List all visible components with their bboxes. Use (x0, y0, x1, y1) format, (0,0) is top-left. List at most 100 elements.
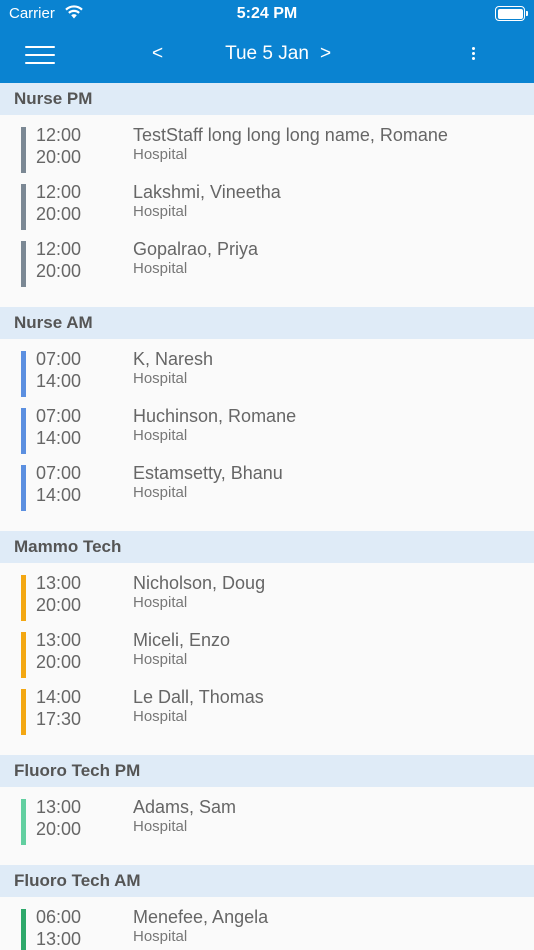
shift-row[interactable]: 13:00 20:00 Miceli, Enzo Hospital (0, 629, 534, 686)
staff-info: Menefee, Angela Hospital (133, 906, 268, 946)
shift-start-time: 14:00 (36, 687, 82, 707)
shift-color-bar (21, 689, 26, 735)
shift-row[interactable]: 12:00 20:00 Gopalrao, Priya Hospital (0, 238, 534, 295)
shift-location: Hospital (133, 370, 188, 387)
shift-color-bar (21, 241, 26, 287)
staff-name: TestStaff long long long name, Romane (133, 125, 448, 145)
shift-row[interactable]: 12:00 20:00 Lakshmi, Vineetha Hospital (0, 181, 534, 238)
staff-name: K, Naresh (133, 349, 214, 369)
shift-color-bar (21, 799, 26, 845)
section-body: 06:00 13:00 Menefee, Angela Hospital (0, 897, 534, 950)
shift-times: 06:00 13:00 (36, 906, 81, 950)
shift-location: Hospital (133, 203, 188, 220)
section-body: 07:00 14:00 K, Naresh Hospital 07:00 14:00 Huc… (0, 339, 534, 531)
next-day-button[interactable]: > (320, 43, 331, 65)
staff-info: Miceli, Enzo Hospital (133, 629, 230, 669)
section-header: Fluoro Tech AM (0, 865, 534, 897)
section-body: 13:00 20:00 Nicholson, Doug Hospital 13:00 20… (0, 563, 534, 755)
shift-location: Hospital (133, 651, 188, 668)
staff-name: Adams, Sam (133, 797, 237, 817)
shift-end-time: 20:00 (36, 595, 82, 615)
current-date[interactable]: Tue 5 Jan (225, 43, 309, 65)
shift-color-bar (21, 575, 26, 621)
shift-times: 12:00 20:00 (36, 238, 81, 282)
shift-end-time: 14:00 (36, 428, 82, 448)
shift-location: Hospital (133, 427, 188, 444)
nav-bar: < Tue 5 Jan > (0, 29, 534, 83)
staff-name: Lakshmi, Vineetha (133, 182, 281, 202)
staff-name: Nicholson, Doug (133, 573, 266, 593)
shift-end-time: 14:00 (36, 371, 82, 391)
staff-info: Nicholson, Doug Hospital (133, 572, 265, 612)
shift-color-bar (21, 465, 26, 511)
shift-row[interactable]: 14:00 17:30 Le Dall, Thomas Hospital (0, 686, 534, 743)
shift-row[interactable]: 12:00 20:00 TestStaff long long long name,… (0, 124, 534, 181)
staff-info: Estamsetty, Bhanu Hospital (133, 462, 283, 502)
roster-list[interactable]: Nurse PM 12:00 20:00 TestStaff long long lo… (0, 83, 534, 950)
shift-start-time: 07:00 (36, 463, 82, 483)
section-header: Nurse AM (0, 307, 534, 339)
shift-times: 07:00 14:00 (36, 405, 81, 449)
shift-start-time: 12:00 (36, 239, 82, 259)
shift-start-time: 12:00 (36, 182, 82, 202)
shift-color-bar (21, 184, 26, 230)
shift-row[interactable]: 07:00 14:00 K, Naresh Hospital (0, 348, 534, 405)
shift-location: Hospital (133, 708, 188, 725)
shift-times: 07:00 14:00 (36, 462, 81, 506)
section-body: 12:00 20:00 TestStaff long long long name,… (0, 115, 534, 307)
shift-location: Hospital (133, 484, 188, 501)
shift-start-time: 13:00 (36, 630, 82, 650)
staff-name: Menefee, Angela (133, 907, 269, 927)
shift-row[interactable]: 13:00 20:00 Nicholson, Doug Hospital (0, 572, 534, 629)
shift-color-bar (21, 909, 26, 950)
staff-info: Gopalrao, Priya Hospital (133, 238, 258, 278)
shift-location: Hospital (133, 146, 188, 163)
shift-location: Hospital (133, 928, 188, 945)
shift-row[interactable]: 06:00 13:00 Menefee, Angela Hospital (0, 906, 534, 950)
shift-start-time: 06:00 (36, 907, 82, 927)
shift-times: 13:00 20:00 (36, 572, 81, 616)
shift-end-time: 14:00 (36, 485, 82, 505)
shift-start-time: 13:00 (36, 573, 82, 593)
staff-info: Adams, Sam Hospital (133, 796, 236, 836)
shift-row[interactable]: 07:00 14:00 Estamsetty, Bhanu Hospital (0, 462, 534, 519)
shift-start-time: 13:00 (36, 797, 82, 817)
shift-times: 13:00 20:00 (36, 629, 81, 673)
section-header: Mammo Tech (0, 531, 534, 563)
staff-info: K, Naresh Hospital (133, 348, 213, 388)
shift-row[interactable]: 07:00 14:00 Huchinson, Romane Hospital (0, 405, 534, 462)
staff-info: Huchinson, Romane Hospital (133, 405, 296, 445)
staff-name: Gopalrao, Priya (133, 239, 259, 259)
shift-times: 14:00 17:30 (36, 686, 81, 730)
shift-times: 07:00 14:00 (36, 348, 81, 392)
status-time: 5:24 PM (236, 5, 298, 22)
section-header: Nurse PM (0, 83, 534, 115)
staff-name: Estamsetty, Bhanu (133, 463, 283, 483)
shift-end-time: 17:30 (36, 709, 82, 729)
section-body: 13:00 20:00 Adams, Sam Hospital (0, 787, 534, 865)
shift-color-bar (21, 351, 26, 397)
section-header: Fluoro Tech PM (0, 755, 534, 787)
shift-start-time: 07:00 (36, 406, 82, 426)
staff-info: TestStaff long long long name, Romane Hos… (133, 124, 448, 164)
shift-end-time: 13:00 (36, 929, 82, 949)
battery-icon (495, 6, 528, 21)
staff-name: Le Dall, Thomas (133, 687, 264, 707)
shift-end-time: 20:00 (36, 819, 82, 839)
shift-times: 12:00 20:00 (36, 181, 81, 225)
shift-start-time: 07:00 (36, 349, 82, 369)
more-options-icon[interactable] (469, 47, 477, 65)
shift-color-bar (21, 408, 26, 454)
shift-start-time: 12:00 (36, 125, 82, 145)
app-header: Carrier 5:24 PM < Tue 5 Jan > (0, 0, 534, 83)
shift-end-time: 20:00 (36, 147, 82, 167)
status-bar: Carrier 5:24 PM (0, 0, 534, 29)
staff-info: Le Dall, Thomas Hospital (133, 686, 264, 726)
shift-times: 13:00 20:00 (36, 796, 81, 840)
shift-row[interactable]: 13:00 20:00 Adams, Sam Hospital (0, 796, 534, 853)
shift-location: Hospital (133, 818, 188, 835)
staff-name: Huchinson, Romane (133, 406, 297, 426)
shift-end-time: 20:00 (36, 261, 82, 281)
shift-color-bar (21, 632, 26, 678)
shift-location: Hospital (133, 260, 188, 277)
